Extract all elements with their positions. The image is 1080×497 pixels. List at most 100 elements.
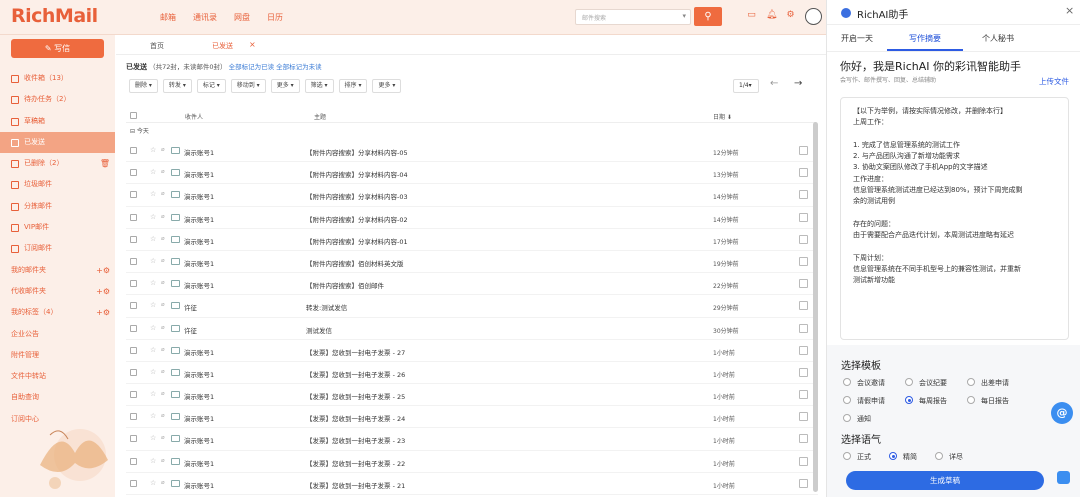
star-icon[interactable]: ☆ bbox=[150, 146, 156, 154]
sidebar-item[interactable]: 我的标签（4） +⚙ bbox=[0, 302, 115, 323]
table-row[interactable]: ☆ ⌀ 演示账号1 【发票】您收到一封电子发票 - 26 1小时前 bbox=[126, 362, 818, 385]
table-row[interactable]: ☆ ⌀ 演示账号1 【发票】您收到一封电子发票 - 21 1小时前 bbox=[126, 473, 818, 495]
tone-radio[interactable]: 正式 bbox=[843, 452, 871, 462]
add-settings-icon[interactable]: +⚙ bbox=[96, 260, 110, 281]
nav-mail[interactable]: 邮箱 bbox=[160, 12, 176, 23]
subject[interactable]: 【发票】您收到一封电子发票 - 24 bbox=[306, 413, 405, 423]
row-action-icon[interactable] bbox=[799, 390, 808, 400]
row-action-icon[interactable] bbox=[799, 412, 808, 422]
table-row[interactable]: ☆ ⌀ 演示账号1 【附件内容搜索】分享材料内容-03 14分钟前 bbox=[126, 184, 818, 207]
search-button[interactable]: ⚲ bbox=[694, 7, 722, 26]
app-logo[interactable]: RichMail bbox=[11, 5, 98, 27]
row-action-icon[interactable] bbox=[799, 456, 808, 466]
col-recipient[interactable]: 收件人 bbox=[185, 112, 203, 121]
subject[interactable]: 【附件内容搜索】分享材料内容-02 bbox=[306, 214, 408, 224]
subject[interactable]: 【附件内容搜索】分享材料内容-05 bbox=[306, 147, 408, 157]
tab-personal-secretary[interactable]: 个人秘书 bbox=[982, 33, 1014, 44]
subject[interactable]: 【发票】您收到一封电子发票 - 25 bbox=[306, 391, 405, 401]
toolbar-button[interactable]: 更多 ▾ bbox=[270, 79, 300, 93]
sidebar-item[interactable]: 待办任务（2） bbox=[0, 89, 115, 110]
table-row[interactable]: ☆ ⌀ 演示账号1 【附件内容搜索】分享材料内容-04 13分钟前 bbox=[126, 162, 818, 185]
subject[interactable]: 【附件内容搜索】分享材料内容-01 bbox=[306, 236, 408, 246]
mark-all-unread-link[interactable]: 全部标记为未读 bbox=[276, 63, 322, 71]
row-checkbox[interactable] bbox=[130, 391, 137, 400]
nav-drive[interactable]: 网盘 bbox=[234, 12, 250, 23]
tone-radio[interactable]: 精简 bbox=[889, 452, 917, 462]
subject[interactable]: 【发票】您收到一封电子发票 - 26 bbox=[306, 369, 405, 379]
subject[interactable]: 【发票】您收到一封电子发票 - 27 bbox=[306, 347, 405, 357]
col-date[interactable]: 日期 ⬇ bbox=[713, 112, 732, 121]
star-icon[interactable]: ☆ bbox=[150, 190, 156, 198]
star-icon[interactable]: ☆ bbox=[150, 368, 156, 376]
star-icon[interactable]: ☆ bbox=[150, 235, 156, 243]
tab-sent[interactable]: 已发送 bbox=[212, 41, 233, 51]
toolbar-button[interactable]: 删除 ▾ bbox=[129, 79, 158, 93]
sidebar-item[interactable]: VIP邮件 bbox=[0, 217, 115, 238]
tab-start-day[interactable]: 开启一天 bbox=[841, 33, 873, 44]
template-radio[interactable]: 会议邀请 bbox=[843, 378, 885, 388]
col-subject[interactable]: 主题 bbox=[314, 112, 326, 121]
star-icon[interactable]: ☆ bbox=[150, 279, 156, 287]
star-icon[interactable]: ☆ bbox=[150, 324, 156, 332]
subject[interactable]: 【附件内容搜索】佰创材料英文版 bbox=[306, 258, 404, 268]
row-checkbox[interactable] bbox=[130, 479, 137, 489]
write-button[interactable]: ✎ 写信 bbox=[11, 39, 104, 58]
scrollbar[interactable] bbox=[813, 122, 818, 492]
subject[interactable]: 转发:测试发信 bbox=[306, 302, 347, 312]
row-checkbox[interactable] bbox=[130, 213, 137, 223]
close-icon[interactable]: × bbox=[1065, 4, 1074, 17]
row-action-icon[interactable] bbox=[799, 301, 808, 311]
table-row[interactable]: ☆ ⌀ 演示账号1 【发票】您收到一封电子发票 - 27 1小时前 bbox=[126, 340, 818, 362]
subject[interactable]: 【发票】您收到一封电子发票 - 22 bbox=[306, 458, 405, 468]
sidebar-item[interactable]: 收件箱（13） bbox=[0, 68, 115, 89]
row-checkbox[interactable] bbox=[130, 302, 137, 311]
sidebar-item[interactable]: 我的邮件夹 +⚙ bbox=[0, 260, 115, 281]
table-row[interactable]: ☆ ⌀ 演示账号1 【发票】您收到一封电子发票 - 24 1小时前 bbox=[126, 406, 818, 429]
gear-icon[interactable]: ⚙ bbox=[785, 10, 796, 21]
template-radio[interactable]: 通知 bbox=[843, 414, 871, 424]
avatar[interactable] bbox=[805, 8, 822, 25]
nav-calendar[interactable]: 日历 bbox=[267, 12, 283, 23]
subject[interactable]: 【发票】您收到一封电子发票 - 23 bbox=[306, 435, 405, 445]
toolbar-button[interactable]: 筛选 ▾ bbox=[304, 79, 334, 93]
subject[interactable]: 【发票】您收到一封电子发票 - 21 bbox=[306, 480, 405, 490]
row-action-icon[interactable] bbox=[799, 212, 808, 222]
star-icon[interactable]: ☆ bbox=[150, 457, 156, 465]
mark-all-read-link[interactable]: 全部标记为已读 bbox=[229, 63, 275, 71]
screen-icon[interactable]: ▭ bbox=[746, 10, 757, 21]
star-icon[interactable]: ☆ bbox=[150, 412, 156, 420]
sidebar-item[interactable]: 已发送 bbox=[0, 131, 115, 154]
row-checkbox[interactable] bbox=[130, 147, 137, 156]
row-checkbox[interactable] bbox=[130, 169, 137, 178]
sidebar-item[interactable]: 企业公告 bbox=[0, 324, 115, 345]
row-checkbox[interactable] bbox=[130, 413, 137, 422]
table-row[interactable]: ☆ ⌀ 演示账号1 【发票】您收到一封电子发票 - 25 1小时前 bbox=[126, 384, 818, 407]
toolbar-button[interactable]: 标记 ▾ bbox=[196, 79, 226, 93]
ai-float-icon[interactable]: @ bbox=[1051, 402, 1073, 424]
sidebar-item[interactable]: 垃圾邮件 bbox=[0, 174, 115, 195]
table-row[interactable]: ☆ ⌀ 许征 转发:测试发信 29分钟前 bbox=[126, 295, 818, 318]
star-icon[interactable]: ☆ bbox=[150, 168, 156, 176]
upload-file-link[interactable]: 上传文件 bbox=[1039, 76, 1069, 87]
row-checkbox[interactable] bbox=[130, 346, 137, 356]
table-row[interactable]: ☆ ⌀ 许征 测试发信 30分钟前 bbox=[126, 318, 818, 340]
row-checkbox[interactable] bbox=[130, 435, 137, 444]
group-today[interactable]: ⊟ 今天 bbox=[130, 126, 149, 135]
chevron-down-icon[interactable]: ▾ bbox=[682, 12, 686, 20]
row-action-icon[interactable] bbox=[799, 234, 808, 244]
star-icon[interactable]: ☆ bbox=[150, 257, 156, 265]
row-checkbox[interactable] bbox=[130, 257, 137, 267]
row-action-icon[interactable] bbox=[799, 256, 808, 266]
search-input[interactable]: 邮件搜索 ▾ bbox=[575, 9, 691, 25]
toolbar-button[interactable]: 更多 ▾ bbox=[372, 79, 402, 93]
tab-home[interactable]: 首页 bbox=[150, 41, 164, 51]
table-row[interactable]: ☆ ⌀ 演示账号1 【附件内容搜索】佰创邮件 22分钟前 bbox=[126, 273, 818, 296]
template-radio[interactable]: 会议纪要 bbox=[905, 378, 947, 388]
star-icon[interactable]: ☆ bbox=[150, 213, 156, 221]
toolbar-button[interactable]: 移动到 ▾ bbox=[230, 79, 266, 93]
template-radio[interactable]: 每日报告 bbox=[967, 396, 1009, 406]
table-row[interactable]: ☆ ⌀ 演示账号1 【发票】您收到一封电子发票 - 23 1小时前 bbox=[126, 428, 818, 451]
bell-icon[interactable]: 🔔︎ bbox=[766, 10, 777, 21]
star-icon[interactable]: ☆ bbox=[150, 479, 156, 487]
template-radio[interactable]: 出差申请 bbox=[967, 378, 1009, 388]
